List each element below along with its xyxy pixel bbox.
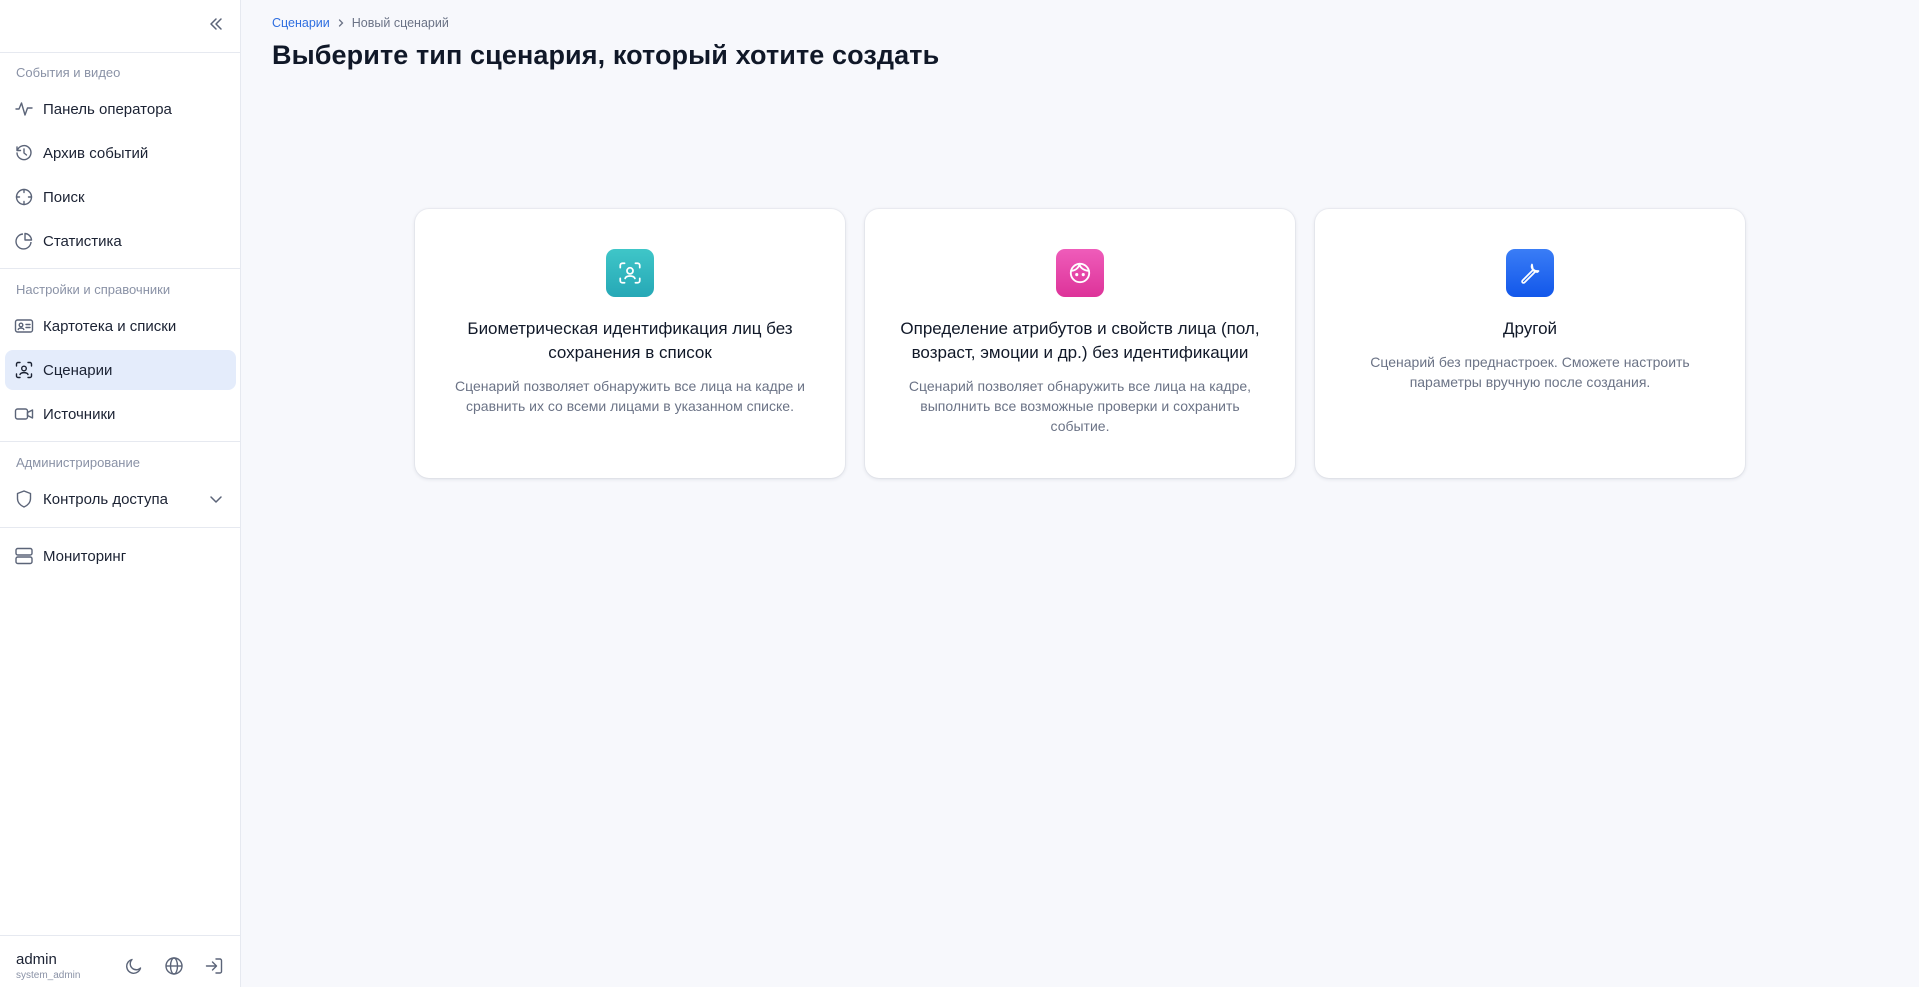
breadcrumb-link-scenarios[interactable]: Сценарии (272, 16, 330, 30)
card-title: Другой (1502, 319, 1558, 338)
chevron-down-icon (210, 496, 222, 503)
sidebar-item-label: Контроль доступа (43, 490, 168, 508)
sidebar-item-label: Картотека и списки (43, 317, 177, 335)
sidebar-item-label: Статистика (43, 232, 122, 250)
sidebar-item-event-archive[interactable]: Архив событий (5, 133, 236, 173)
divider (0, 527, 240, 528)
log-out-icon (205, 958, 223, 974)
sidebar-item-label: Мониторинг (43, 547, 127, 565)
section-label-administration: Администрирование (16, 455, 140, 470)
face-scan-icon (14, 360, 34, 380)
section-label-settings: Настройки и справочники (16, 282, 171, 297)
chevron-right-icon (336, 18, 346, 28)
wrench-icon (1506, 249, 1554, 297)
card-description: Сценарий позволяет обнаружить все лица н… (908, 378, 1252, 434)
divider (0, 441, 240, 442)
divider (0, 268, 240, 269)
breadcrumb-current: Новый сценарий (351, 16, 449, 30)
video-camera-icon (14, 404, 34, 424)
card-description: Сценарий позволяет обнаружить все лица н… (455, 378, 805, 414)
scenario-card-other[interactable]: Другой Сценарий без преднастроек. Сможет… (1315, 209, 1745, 478)
sidebar-item-label: Архив событий (43, 144, 149, 162)
scenario-card-face-attributes[interactable]: Определение атрибутов и свойств лица (по… (865, 209, 1295, 478)
sidebar-item-label: Поиск (43, 188, 85, 206)
user-role: system_admin (16, 970, 81, 981)
history-icon (14, 143, 34, 163)
divider (0, 52, 240, 53)
sidebar-item-label: Сценарии (43, 361, 113, 379)
sidebar-item-statistics[interactable]: Статистика (5, 221, 236, 261)
shield-icon (14, 489, 34, 509)
activity-icon (14, 99, 34, 119)
language-button[interactable] (163, 955, 185, 977)
card-title: Биометрическая идентификация лиц без сох… (467, 319, 793, 362)
logout-button[interactable] (203, 955, 225, 977)
pie-chart-icon (14, 231, 34, 251)
card-description: Сценарий без преднастроек. Сможете настр… (1370, 354, 1690, 390)
sidebar: События и видео Панель оператора Архив с… (0, 0, 241, 987)
scenario-card-biometric-identification[interactable]: Биометрическая идентификация лиц без сох… (415, 209, 845, 478)
server-icon (14, 546, 34, 566)
page-title: Выберите тип сценария, который хотите со… (272, 40, 940, 70)
face-scan-icon (606, 249, 654, 297)
id-card-icon (14, 316, 34, 336)
section-label-events: События и видео (16, 65, 121, 80)
theme-toggle-button[interactable] (123, 955, 145, 977)
card-title: Определение атрибутов и свойств лица (по… (900, 319, 1260, 362)
moon-icon (126, 958, 142, 974)
sidebar-item-scenarios[interactable]: Сценарии (5, 350, 236, 390)
globe-icon (165, 957, 183, 975)
sidebar-item-sources[interactable]: Источники (5, 394, 236, 434)
sidebar-item-card-index[interactable]: Картотека и списки (5, 306, 236, 346)
collapse-sidebar-button[interactable] (206, 14, 226, 34)
sidebar-item-access-control[interactable]: Контроль доступа (5, 479, 236, 519)
face-icon (1056, 249, 1104, 297)
divider (0, 935, 240, 936)
sidebar-item-operator-panel[interactable]: Панель оператора (5, 89, 236, 129)
sidebar-item-search[interactable]: Поиск (5, 177, 236, 217)
sidebar-item-label: Источники (43, 405, 116, 423)
sidebar-item-label: Панель оператора (43, 100, 172, 118)
user-name: admin (16, 951, 57, 968)
breadcrumb: Сценарии Новый сценарий (272, 16, 449, 30)
sidebar-item-monitoring[interactable]: Мониторинг (5, 536, 236, 576)
crosshair-icon (14, 187, 34, 207)
user-profile[interactable]: admin system_admin (16, 951, 80, 981)
chevrons-left-icon (210, 18, 222, 30)
